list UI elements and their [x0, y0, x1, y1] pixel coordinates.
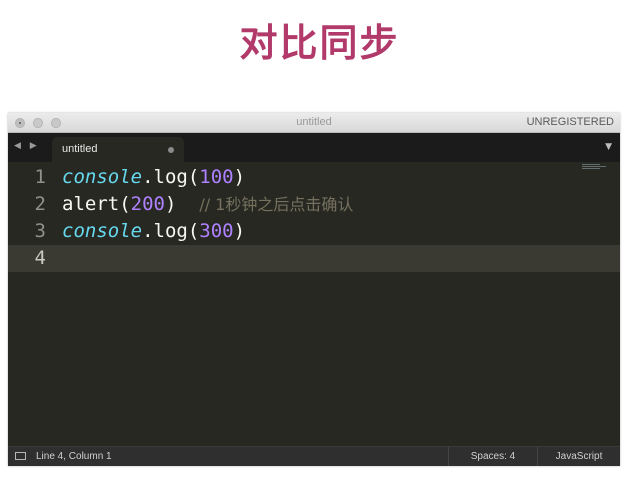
current-code-line[interactable]: 4: [8, 245, 620, 272]
editor-window: untitled UNREGISTERED ◀ ▶ untitled ▼ 1 c…: [8, 113, 620, 466]
code-line[interactable]: 3 console.log(300): [8, 218, 620, 245]
tab-menu-chevron-down-icon[interactable]: ▼: [605, 142, 612, 152]
license-status: UNREGISTERED: [526, 116, 614, 128]
unsaved-dot-icon[interactable]: [168, 147, 174, 153]
line-number: 2: [34, 193, 46, 215]
code-editor[interactable]: 1 console.log(100) 2 alert(200) // 1秒钟之后…: [8, 162, 620, 446]
tab-navigation-arrows-icon[interactable]: ◀ ▶: [14, 141, 40, 151]
code-line[interactable]: 2 alert(200) // 1秒钟之后点击确认: [8, 191, 620, 218]
tab-bar: ◀ ▶ untitled ▼: [8, 133, 620, 162]
line-number: 4: [34, 247, 46, 269]
syntax-selector[interactable]: JavaScript: [538, 447, 620, 466]
title-bar: untitled UNREGISTERED: [8, 113, 620, 133]
code-text: alert(200) // 1秒钟之后点击确认: [62, 193, 354, 215]
tab-label: untitled: [62, 143, 98, 155]
code-comment: // 1秒钟之后点击确认: [199, 195, 354, 214]
code-text: console.log(100): [62, 166, 246, 188]
status-bar: Line 4, Column 1 Spaces: 4 JavaScript: [8, 446, 620, 466]
indentation-selector[interactable]: Spaces: 4: [448, 447, 538, 466]
line-number: 1: [34, 166, 46, 188]
cursor-position: Line 4, Column 1: [36, 451, 112, 462]
tab-untitled[interactable]: untitled: [52, 137, 184, 162]
code-text: console.log(300): [62, 220, 246, 242]
panel-toggle-icon[interactable]: [15, 452, 26, 460]
slide-title: 对比同步: [239, 21, 400, 65]
line-number: 3: [34, 220, 46, 242]
code-line[interactable]: 1 console.log(100): [8, 164, 620, 191]
